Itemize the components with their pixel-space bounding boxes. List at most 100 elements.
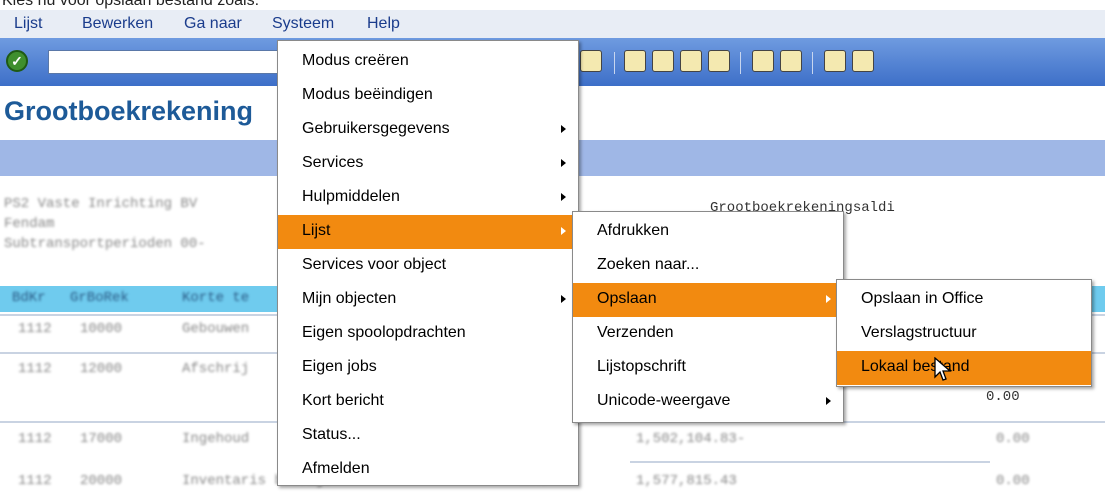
menu-item-label: Kort bericht	[302, 392, 384, 409]
cell: 1112	[18, 321, 52, 337]
check-icon[interactable]: ✓	[6, 50, 28, 72]
menu-item-label: Status...	[302, 426, 361, 443]
col-header-bdkr: BdKr	[12, 290, 46, 306]
menu-item-lijst[interactable]: Lijst	[278, 215, 578, 249]
menu-item-afdrukken[interactable]: Afdrukken	[573, 215, 843, 249]
menu-item-label: Verslagstructuur	[861, 324, 977, 341]
cell: 1112	[18, 431, 52, 447]
menu-item-label: Verzenden	[597, 324, 674, 341]
menu-item-zoeken-naar[interactable]: Zoeken naar...	[573, 249, 843, 283]
menu-item-label: Services	[302, 154, 364, 171]
report-line: PS2 Vaste Inrichting BV	[4, 196, 198, 212]
cell: 10000	[80, 321, 123, 337]
toolbar-icon[interactable]	[624, 50, 646, 72]
menu-item-afmelden[interactable]: Afmelden	[278, 453, 578, 487]
cell: 1,577,815.43	[636, 473, 737, 489]
menu-bar: Lijst Bewerken Ga naar Systeem Help	[0, 10, 1105, 38]
cell: 0.00	[986, 389, 1020, 405]
menu-item-label: Afmelden	[302, 460, 370, 477]
col-header-korte-tekst: Korte te	[182, 290, 250, 306]
toolbar-icon[interactable]	[708, 50, 730, 72]
cell: 1112	[18, 473, 52, 489]
menu-item-label: Afdrukken	[597, 222, 670, 239]
menu-item-label: Lijst	[302, 222, 331, 239]
menu-item-label: Opslaan	[597, 290, 657, 307]
cell: 0.00	[996, 431, 1030, 447]
menu-item-label: Eigen spoolopdrachten	[302, 324, 466, 341]
menu-item-label: Modus beëindigen	[302, 86, 433, 103]
menu-item-label: Modus creëren	[302, 52, 409, 69]
menu-item-modus-creeren[interactable]: Modus creëren	[278, 45, 578, 79]
menu-item-label: Eigen jobs	[302, 358, 377, 375]
submenu-arrow-icon	[561, 227, 566, 235]
menu-item-status[interactable]: Status...	[278, 419, 578, 453]
menu-item-lokaal-bestand[interactable]: Lokaal bestand	[837, 351, 1091, 385]
cell: Ingehoud	[182, 431, 250, 447]
cell: 1112	[18, 361, 52, 377]
toolbar-icon[interactable]	[824, 50, 846, 72]
cell: 1,502,104.83-	[636, 431, 746, 447]
menu-item-services[interactable]: Services	[278, 147, 578, 181]
submenu-arrow-icon	[826, 295, 831, 303]
page-title: Grootboekrekening	[4, 96, 254, 126]
toolbar-icon[interactable]	[652, 50, 674, 72]
menu-item-eigen-spoolopdrachten[interactable]: Eigen spoolopdrachten	[278, 317, 578, 351]
menu-item-label: Opslaan in Office	[861, 290, 984, 307]
mouse-pointer-icon	[934, 357, 952, 381]
menu-item-gebruikersgegevens[interactable]: Gebruikersgegevens	[278, 113, 578, 147]
command-field[interactable]	[48, 50, 278, 74]
menu-item-label: Lijstopschrift	[597, 358, 686, 375]
report-line: Fendam	[4, 216, 55, 232]
toolbar-icon[interactable]	[580, 50, 602, 72]
cell: 12000	[80, 361, 123, 377]
menu-item-unicode-weergave[interactable]: Unicode-weergave	[573, 385, 843, 419]
toolbar-icon[interactable]	[780, 50, 802, 72]
submenu-arrow-icon	[826, 397, 831, 405]
opslaan-submenu: Opslaan in Office Verslagstructuur Lokaa…	[836, 279, 1092, 387]
menu-item-label: Lokaal bestand	[861, 358, 970, 375]
menu-item-lijstopschrift[interactable]: Lijstopschrift	[573, 351, 843, 385]
menu-bewerken[interactable]: Bewerken	[82, 15, 153, 33]
cell: Afschrij	[182, 361, 250, 377]
menu-item-label: Zoeken naar...	[597, 256, 700, 273]
menu-ga-naar[interactable]: Ga naar	[184, 15, 242, 33]
menu-item-label: Services voor object	[302, 256, 447, 273]
cell: 0.00	[996, 473, 1030, 489]
cell: Gebouwen	[182, 321, 250, 337]
systeem-menu: Modus creëren Modus beëindigen Gebruiker…	[277, 40, 579, 486]
submenu-arrow-icon	[561, 125, 566, 133]
toolbar-separator	[614, 52, 615, 74]
menu-item-modus-beeindigen[interactable]: Modus beëindigen	[278, 79, 578, 113]
menu-item-verzenden[interactable]: Verzenden	[573, 317, 843, 351]
menu-item-verslagstructuur[interactable]: Verslagstructuur	[837, 317, 1091, 351]
menu-item-eigen-jobs[interactable]: Eigen jobs	[278, 351, 578, 385]
menu-item-opslaan[interactable]: Opslaan	[573, 283, 843, 317]
toolbar-separator	[812, 52, 813, 74]
cell: 20000	[80, 473, 123, 489]
submenu-arrow-icon	[561, 295, 566, 303]
menu-item-label: Gebruikersgegevens	[302, 120, 450, 137]
menu-help[interactable]: Help	[367, 15, 400, 33]
instruction-caption: Kies nu voor opslaan bestand zoals:	[2, 0, 260, 9]
submenu-arrow-icon	[561, 159, 566, 167]
cell: 17000	[80, 431, 123, 447]
menu-item-label: Mijn objecten	[302, 290, 397, 307]
toolbar-icon[interactable]	[852, 50, 874, 72]
menu-item-kort-bericht[interactable]: Kort bericht	[278, 385, 578, 419]
toolbar-separator	[740, 52, 741, 74]
menu-item-hulpmiddelen[interactable]: Hulpmiddelen	[278, 181, 578, 215]
row-separator	[630, 461, 990, 463]
menu-item-label: Hulpmiddelen	[302, 188, 400, 205]
col-header-grborek: GrBoRek	[70, 290, 129, 306]
menu-item-opslaan-in-office[interactable]: Opslaan in Office	[837, 283, 1091, 317]
menu-item-mijn-objecten[interactable]: Mijn objecten	[278, 283, 578, 317]
report-line: Subtransportperioden 00-	[4, 236, 206, 252]
toolbar-icon[interactable]	[752, 50, 774, 72]
menu-systeem[interactable]: Systeem	[272, 15, 335, 33]
menu-item-label: Unicode-weergave	[597, 392, 731, 409]
submenu-arrow-icon	[561, 193, 566, 201]
toolbar-icon[interactable]	[680, 50, 702, 72]
lijst-submenu: Afdrukken Zoeken naar... Opslaan Verzend…	[572, 211, 844, 423]
menu-item-services-voor-object[interactable]: Services voor object	[278, 249, 578, 283]
menu-lijst[interactable]: Lijst	[14, 15, 42, 33]
